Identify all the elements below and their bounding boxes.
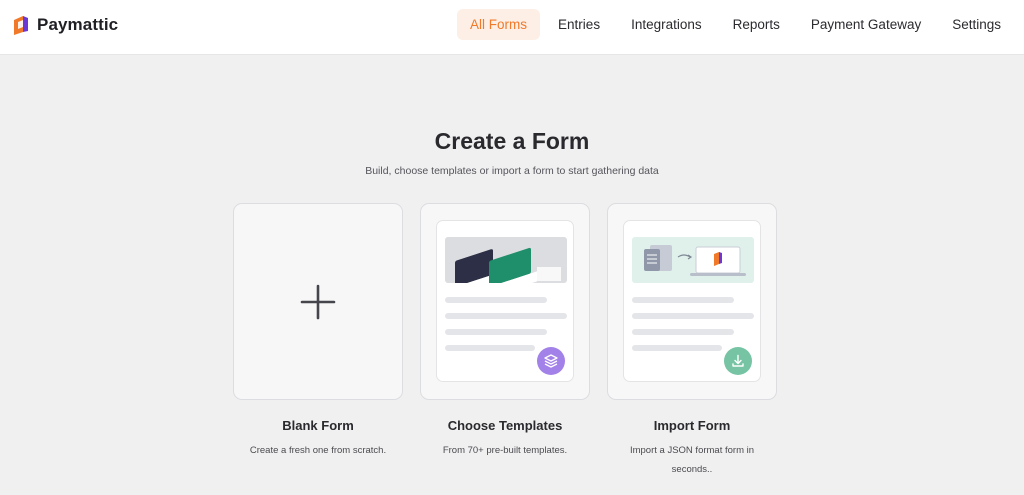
import-form-card[interactable]: [607, 203, 777, 400]
blank-form-description: Create a fresh one from scratch.: [249, 445, 387, 456]
nav-settings[interactable]: Settings: [939, 9, 1014, 40]
create-form-header: Create a Form Build, choose templates or…: [0, 128, 1024, 177]
nav-entries[interactable]: Entries: [545, 9, 613, 40]
import-preview: [623, 220, 761, 382]
blank-form-label[interactable]: Blank Form Create a fresh one from scrat…: [223, 418, 413, 460]
placeholder-line: [632, 297, 734, 303]
choose-templates-label[interactable]: Choose Templates From 70+ pre-built temp…: [410, 418, 600, 460]
templates-badge: [537, 347, 565, 375]
placeholder-line: [632, 329, 734, 335]
brand[interactable]: Paymattic: [12, 13, 118, 37]
choose-templates-title[interactable]: Choose Templates: [410, 418, 600, 433]
placeholder-line: [445, 313, 567, 319]
app-name: Paymattic: [37, 15, 119, 34]
placeholder-line: [632, 345, 722, 351]
page-title: Create a Form: [434, 128, 590, 154]
nav-payment-gateway[interactable]: Payment Gateway: [798, 9, 934, 40]
placeholder-line: [632, 313, 754, 319]
placeholder-line: [445, 329, 547, 335]
import-thumbnail: [632, 237, 754, 283]
templates-preview: [436, 220, 574, 382]
paymattic-logo-icon: [14, 16, 28, 35]
nav-reports[interactable]: Reports: [720, 9, 793, 40]
placeholder-line: [445, 297, 547, 303]
blank-form-card[interactable]: [233, 203, 403, 400]
import-form-label[interactable]: Import Form Import a JSON format form in…: [597, 418, 787, 479]
placeholder-line: [445, 345, 535, 351]
layers-icon: [544, 354, 558, 368]
plus-icon: [300, 284, 336, 320]
nav-all-forms[interactable]: All Forms: [457, 9, 541, 40]
choose-templates-description: From 70+ pre-built templates.: [442, 445, 568, 456]
download-icon: [732, 354, 744, 367]
blank-form-title[interactable]: Blank Form: [223, 418, 413, 433]
page-subtitle: Build, choose templates or import a form…: [365, 165, 659, 177]
nav-integrations[interactable]: Integrations: [618, 9, 715, 40]
main-nav: All Forms Entries Integrations Reports P…: [452, 9, 1014, 40]
top-navigation-bar: Paymattic All Forms Entries Integrations…: [0, 0, 1024, 55]
choose-templates-card[interactable]: [420, 203, 590, 400]
import-badge: [724, 347, 752, 375]
templates-thumbnail: [445, 237, 567, 283]
import-form-title[interactable]: Import Form: [629, 418, 755, 433]
import-form-description: Import a JSON format form in seconds..: [629, 445, 755, 475]
